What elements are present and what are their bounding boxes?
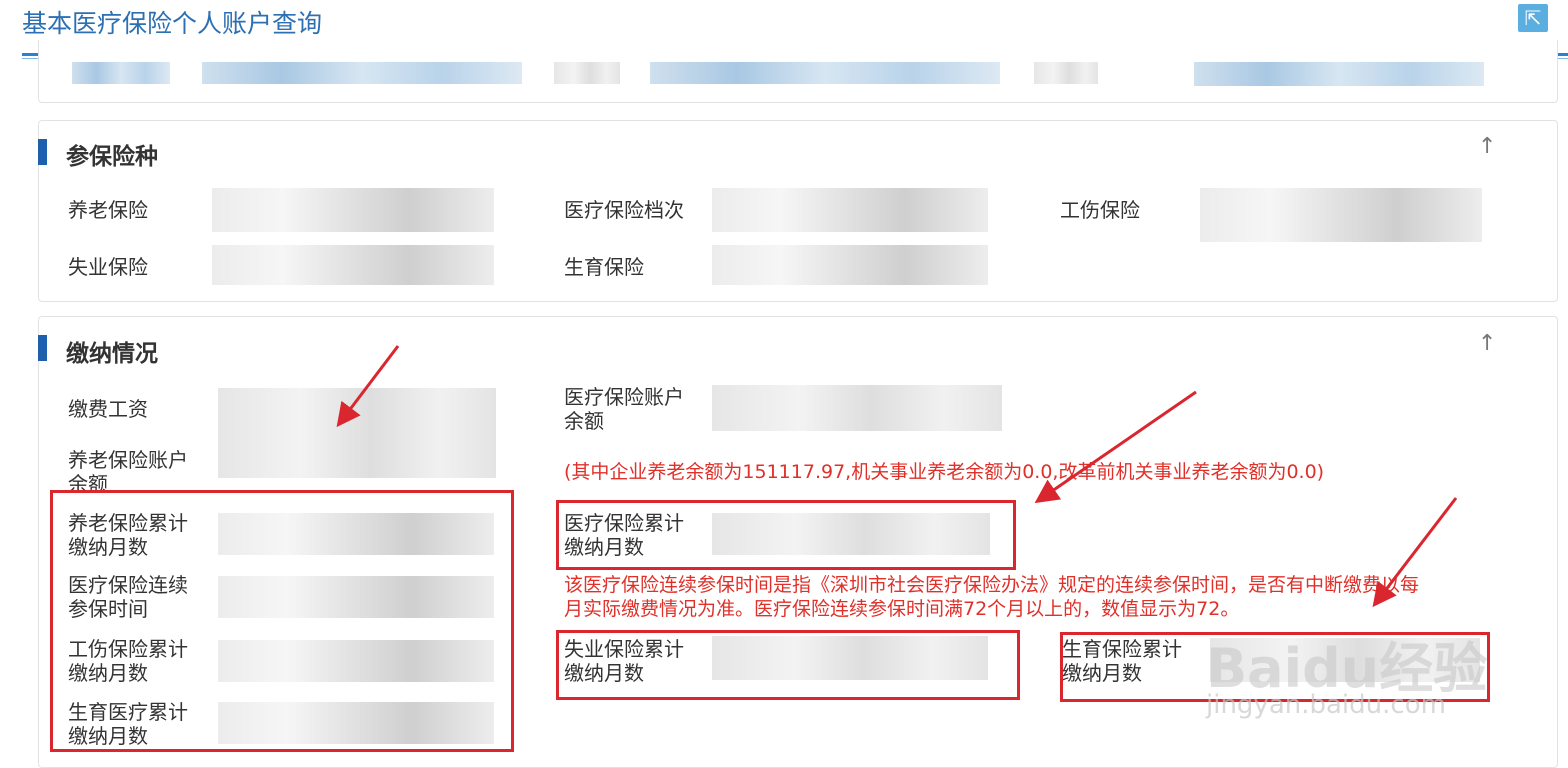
arrow-medical-months — [1034, 390, 1197, 504]
baidu-watermark-site: jingyan.baidu.com — [1206, 690, 1446, 720]
arrow-wage — [336, 345, 400, 428]
arrow-maternity-months — [1372, 497, 1458, 608]
